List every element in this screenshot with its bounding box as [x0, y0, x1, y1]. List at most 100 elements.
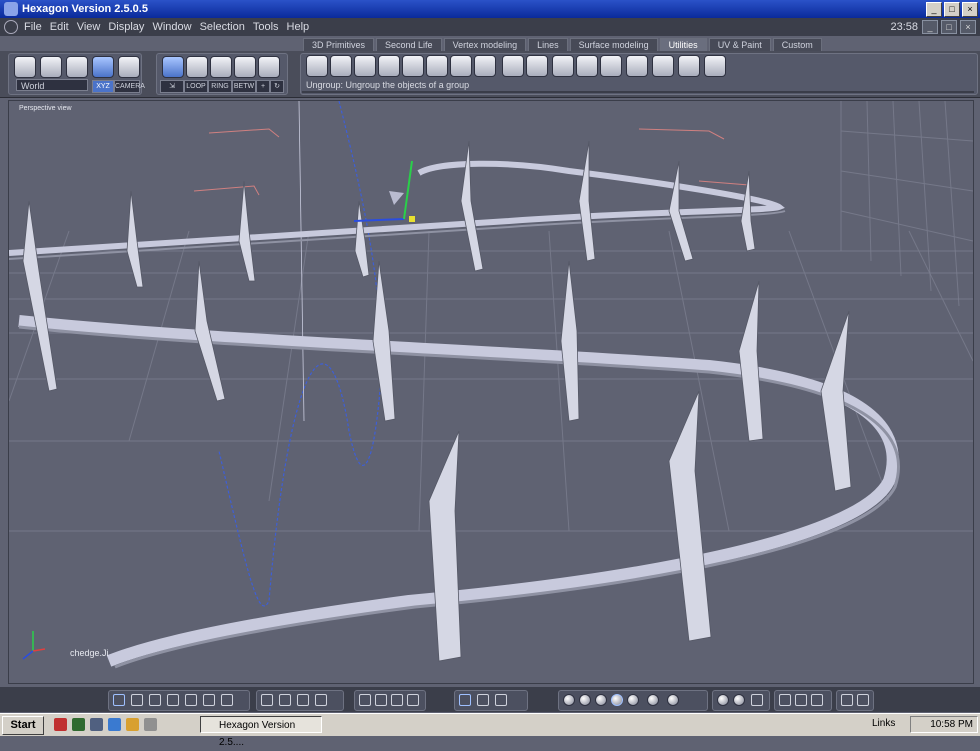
loop-button[interactable]: LOOP — [184, 80, 208, 93]
select-vertex-icon[interactable] — [234, 56, 256, 78]
cone-tool-icon[interactable] — [450, 55, 472, 77]
lit-sphere-icon[interactable] — [647, 694, 659, 706]
folder-icon[interactable] — [126, 718, 139, 731]
smooth-sphere-icon[interactable] — [611, 694, 623, 706]
coordinate-space-select[interactable]: World — [16, 79, 88, 91]
symmetry-icon[interactable] — [378, 55, 400, 77]
frame-all-icon[interactable] — [359, 694, 371, 706]
universal-manipulator-icon[interactable] — [92, 56, 114, 78]
quicklaunch-icon-2[interactable] — [72, 718, 85, 731]
minimize-button[interactable]: _ — [926, 2, 942, 17]
book-icon[interactable] — [811, 694, 823, 706]
layout-three-split-icon[interactable] — [149, 694, 161, 706]
tab-surface-modeling[interactable]: Surface modeling — [569, 38, 658, 52]
tab-second-life[interactable]: Second Life — [376, 38, 442, 52]
ghost-alt-icon[interactable] — [576, 55, 598, 77]
select-object-icon[interactable] — [162, 56, 184, 78]
tab-lines[interactable]: Lines — [528, 38, 568, 52]
grow-selection-icon[interactable]: + — [256, 80, 270, 93]
between-button[interactable]: BETW — [232, 80, 256, 93]
light-sphere-icon[interactable] — [717, 694, 729, 706]
sphere-map-icon[interactable] — [600, 55, 622, 77]
menu-edit[interactable]: Edit — [50, 21, 69, 33]
eye-icon[interactable] — [407, 694, 419, 706]
refresh-selection-icon[interactable]: ↻ — [270, 80, 284, 93]
task-hexagon[interactable]: Hexagon Version 2.5.... — [200, 716, 322, 748]
light-sphere-alt-icon[interactable] — [733, 694, 745, 706]
ring-button[interactable]: RING — [208, 80, 232, 93]
scene-canvas[interactable] — [9, 101, 973, 683]
upper-track[interactable] — [9, 160, 785, 256]
menu-selection[interactable]: Selection — [200, 21, 245, 33]
scale-icon[interactable] — [66, 56, 88, 78]
smart-select-toggle[interactable]: ⇲ — [160, 80, 184, 93]
shell-icon[interactable] — [652, 55, 674, 77]
menu-view[interactable]: View — [77, 21, 101, 33]
align-icon[interactable] — [402, 55, 424, 77]
doc-restore-button[interactable]: □ — [941, 20, 957, 34]
tab-uv-paint[interactable]: UV & Paint — [708, 38, 771, 52]
select-face-icon[interactable] — [186, 56, 208, 78]
grid-display-icon[interactable] — [297, 694, 309, 706]
hexagon-menu-icon[interactable] — [4, 20, 18, 34]
restore-button[interactable]: □ — [944, 2, 960, 17]
quicklaunch-icon-6[interactable] — [144, 718, 157, 731]
layout-custom-icon[interactable] — [221, 694, 233, 706]
camera-icon[interactable] — [857, 694, 869, 706]
snap-icon[interactable] — [626, 55, 648, 77]
select-arrow-icon[interactable] — [14, 56, 36, 78]
pyramid-icon[interactable] — [704, 55, 726, 77]
render-icon[interactable] — [779, 694, 791, 706]
material-icon[interactable] — [795, 694, 807, 706]
xyz-toggle[interactable]: XYZ — [92, 80, 114, 93]
menu-file[interactable]: File — [24, 21, 42, 33]
close-button[interactable]: × — [962, 2, 978, 17]
wireframe-sphere-icon[interactable] — [563, 694, 575, 706]
cylinder-icon[interactable] — [678, 55, 700, 77]
zoom-icon[interactable] — [375, 694, 387, 706]
select-edge-icon[interactable] — [210, 56, 232, 78]
settings-icon[interactable] — [841, 694, 853, 706]
menu-window[interactable]: Window — [152, 21, 191, 33]
duplicate-icon[interactable] — [354, 55, 376, 77]
doc-minimize-button[interactable]: _ — [922, 20, 938, 34]
select-auto-icon[interactable] — [258, 56, 280, 78]
layout-two-split-icon[interactable] — [131, 694, 143, 706]
light-burst-icon[interactable] — [751, 694, 763, 706]
probe-icon[interactable] — [474, 55, 496, 77]
orbit-icon[interactable] — [477, 694, 489, 706]
tab-3d-primitives[interactable]: 3D Primitives — [303, 38, 375, 52]
menu-display[interactable]: Display — [108, 21, 144, 33]
tab-vertex-modeling[interactable]: Vertex modeling — [443, 38, 527, 52]
flat-sphere-icon[interactable] — [579, 694, 591, 706]
magnet-icon[interactable] — [118, 56, 140, 78]
pan-icon[interactable] — [459, 694, 471, 706]
internet-explorer-icon[interactable] — [108, 718, 121, 731]
chain-unlink-icon[interactable] — [526, 55, 548, 77]
camera-toggle[interactable]: CAMERA — [114, 80, 145, 93]
perspective-viewport[interactable]: Perspective view chedge.Ji — [8, 100, 974, 684]
ambient-sphere-icon[interactable] — [667, 694, 679, 706]
group-icon[interactable] — [330, 55, 352, 77]
lock-axis-icon[interactable] — [426, 55, 448, 77]
checker-display-icon[interactable] — [315, 694, 327, 706]
tab-utilities[interactable]: Utilities — [659, 38, 707, 52]
paint-brush-icon[interactable] — [279, 694, 291, 706]
links-toolbar[interactable]: Links — [872, 718, 895, 729]
menu-tools[interactable]: Tools — [253, 21, 279, 33]
shaded-sphere-icon[interactable] — [595, 694, 607, 706]
layout-vertical-icon[interactable] — [185, 694, 197, 706]
quicklaunch-icon-3[interactable] — [90, 718, 103, 731]
layout-single-icon[interactable] — [113, 694, 125, 706]
ungroup-icon[interactable] — [306, 55, 328, 77]
dolly-icon[interactable] — [495, 694, 507, 706]
rotate-icon[interactable] — [40, 56, 62, 78]
tab-custom[interactable]: Custom — [772, 38, 822, 52]
ghost-icon[interactable] — [552, 55, 574, 77]
quicklaunch-icon-1[interactable] — [54, 718, 67, 731]
layout-four-split-icon[interactable] — [167, 694, 179, 706]
chain-link-icon[interactable] — [502, 55, 524, 77]
menu-help[interactable]: Help — [287, 21, 310, 33]
doc-close-button[interactable]: × — [960, 20, 976, 34]
search-icon[interactable] — [391, 694, 403, 706]
